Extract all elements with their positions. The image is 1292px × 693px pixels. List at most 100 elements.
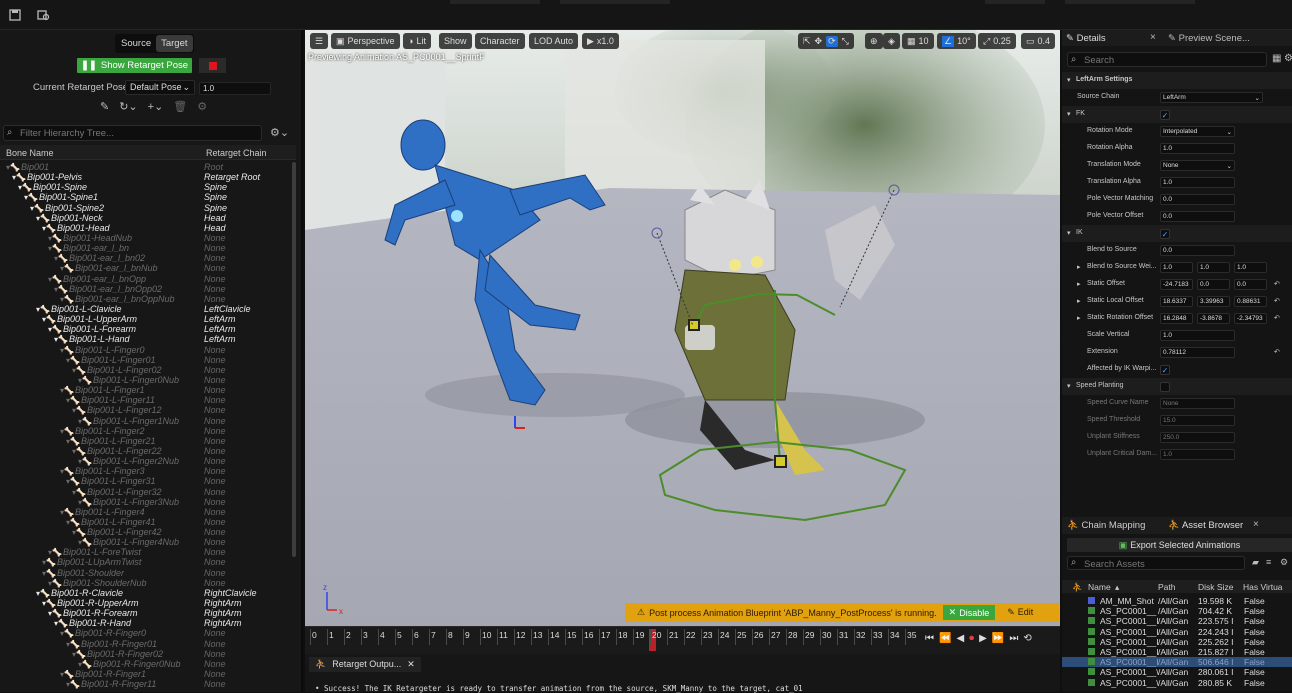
asset-row[interactable]: AS_PC0001__I/All/Gan 224.243 I False	[1062, 627, 1292, 637]
rotate-icon[interactable]: ⟳	[826, 35, 838, 47]
asset-row[interactable]: AM_MM_Shot/All/Gan 19.598 K False	[1062, 596, 1292, 606]
chevron-right-icon[interactable]: ▸	[1077, 263, 1081, 271]
bone-row[interactable]: ▾🦴Bip001 Root	[0, 162, 292, 172]
last-frame-icon[interactable]: ⏭	[1009, 633, 1018, 644]
vector-component-input[interactable]: 16.2848	[1160, 313, 1193, 324]
bone-row[interactable]: ▾🦴Bip001-ear_l_bn None	[0, 243, 292, 253]
property-checkbox[interactable]: ✓	[1160, 110, 1170, 120]
reset-arrow-icon[interactable]: ↶	[1274, 314, 1280, 322]
bone-row[interactable]: ▾🦴Bip001-L-Finger2Nub None	[0, 456, 292, 466]
folder-icon[interactable]: ▰	[1252, 557, 1259, 568]
bone-row[interactable]: ▾🦴Bip001-Spine1 Spine	[0, 192, 292, 202]
bone-row[interactable]: ▾🦴Bip001-L-Finger32 None	[0, 487, 292, 497]
tab-source[interactable]: Source	[116, 35, 156, 52]
property-input[interactable]: 0.0	[1160, 194, 1235, 205]
show-retarget-pose-button[interactable]: ❚❚ Show Retarget Pose	[77, 58, 192, 73]
section-title[interactable]: LeftArm Settings	[1076, 76, 1132, 83]
record-icon[interactable]: ⏺	[969, 633, 974, 644]
browse-icon[interactable]	[35, 7, 51, 23]
pose-blend-input[interactable]: 1.0	[199, 82, 271, 95]
bone-row[interactable]: ▾🦴Bip001-L-Finger42 None	[0, 527, 292, 537]
play-icon[interactable]: ▶	[979, 633, 987, 644]
chevron-right-icon[interactable]: ▸	[1077, 314, 1081, 322]
bone-row[interactable]: ▾🦴Bip001-L-Finger41 None	[0, 517, 292, 527]
bone-row[interactable]: ▾🦴Bip001-ear_l_bnOpp None	[0, 274, 292, 284]
bone-row[interactable]: ▾🦴Bip001-ear_l_bnOpp02 None	[0, 284, 292, 294]
bone-row[interactable]: ▾🦴Bip001-R-Clavicle RightClavicle	[0, 588, 292, 598]
property-input[interactable]: 1.0	[1160, 177, 1235, 188]
bone-row[interactable]: ▾🦴Bip001-R-Forearm RightArm	[0, 608, 292, 618]
bone-row[interactable]: ▾🦴Bip001-L-Finger31 None	[0, 476, 292, 486]
chevron-right-icon[interactable]: ▸	[1077, 280, 1081, 288]
bone-row[interactable]: ▾🦴Bip001-L-Finger01 None	[0, 355, 292, 365]
pose-settings-icon[interactable]: ⚙	[197, 100, 207, 113]
chevron-down-icon[interactable]: ▾	[1067, 229, 1071, 237]
filter-hierarchy-input[interactable]: ⌕ Filter Hierarchy Tree...	[3, 125, 262, 141]
col-disk-size[interactable]: Disk Size	[1198, 582, 1233, 592]
edit-pose-icon[interactable]: ✎	[100, 100, 109, 113]
bone-row[interactable]: ▾🦴Bip001-ShoulderNub None	[0, 578, 292, 588]
first-frame-icon[interactable]: ⏮	[925, 633, 934, 644]
reset-arrow-icon[interactable]: ↶	[1274, 297, 1280, 305]
property-checkbox[interactable]: ✓	[1160, 229, 1170, 239]
bone-row[interactable]: ▾🦴Bip001-Head Head	[0, 223, 292, 233]
bone-row[interactable]: ▾🦴Bip001-R-Finger11 None	[0, 679, 292, 689]
tab-preview-scene[interactable]: ✎ Preview Scene...	[1168, 33, 1250, 44]
export-animations-button[interactable]: ▣ Export Selected Animations	[1067, 538, 1292, 552]
chevron-down-icon[interactable]: ▾	[1067, 110, 1071, 118]
next-frame-icon[interactable]: ⏩	[992, 633, 1004, 644]
asset-row[interactable]: AS_PC0001__I/All/Gan 506.646 I False	[1062, 657, 1292, 668]
property-input[interactable]: 1.0	[1160, 449, 1235, 460]
bone-row[interactable]: ▾🦴Bip001-L-Finger02 None	[0, 365, 292, 375]
world-local-button[interactable]: ⊕	[865, 33, 883, 49]
prev-frame-icon[interactable]: ⏪	[939, 633, 951, 644]
bone-row[interactable]: ▾🦴Bip001-L-Finger4Nub None	[0, 537, 292, 547]
scale-snap-button[interactable]: ⤢ 0.25	[978, 33, 1016, 49]
bone-row[interactable]: ▾🦴Bip001-R-Finger01 None	[0, 639, 292, 649]
bone-row[interactable]: ▾🦴Bip001-LUpArmTwist None	[0, 557, 292, 567]
bone-row[interactable]: ▾🦴Bip001-L-Finger3 None	[0, 466, 292, 476]
col-name[interactable]: Name	[1088, 582, 1111, 592]
property-dropdown[interactable]: LeftArm ⌄	[1160, 92, 1263, 103]
delete-pose-icon[interactable]: 🗑	[173, 100, 187, 113]
tab-target[interactable]: Target	[156, 35, 193, 52]
reset-arrow-icon[interactable]: ↶	[1274, 348, 1280, 356]
bone-row[interactable]: ▾🦴Bip001-R-Finger1 None	[0, 669, 292, 679]
play-reverse-icon[interactable]: ◀	[956, 633, 964, 644]
vector-component-input[interactable]: 0.88631	[1234, 296, 1267, 307]
lit-button[interactable]: ◑ Lit	[403, 33, 431, 49]
bone-row[interactable]: ▾🦴Bip001-R-Finger02 None	[0, 649, 292, 659]
viewport[interactable]: z x ☰ ▣ Perspective ◑ Lit Show Character L…	[305, 30, 1060, 626]
bone-row[interactable]: ▾🦴Bip001-Spine Spine	[0, 182, 292, 192]
viewport-menu-button[interactable]: ☰	[310, 33, 328, 49]
bone-row[interactable]: ▾🦴Bip001-Spine2 Spine	[0, 203, 292, 213]
pose-dropdown[interactable]: Default Pose ⌄	[125, 80, 195, 95]
bone-row[interactable]: ▾🦴Bip001-L-Finger12 None	[0, 405, 292, 415]
property-input[interactable]: 250.0	[1160, 432, 1235, 443]
bone-row[interactable]: ▾🦴Bip001-ear_l_bnOppNub None	[0, 294, 292, 304]
property-input[interactable]: 1.0	[1160, 143, 1235, 154]
bone-row[interactable]: ▾🦴Bip001-L-Forearm LeftArm	[0, 324, 292, 334]
asset-row[interactable]: AS_PC0001__\/All/Gan 280.85 K False	[1062, 678, 1292, 688]
select-icon[interactable]: ⇱	[803, 36, 811, 47]
asset-row[interactable]: AS_PC0001__I/All/Gan 225.262 I False	[1062, 637, 1292, 647]
bone-row[interactable]: ▾🦴Bip001-L-Finger1 None	[0, 385, 292, 395]
angle-snap-button[interactable]: ∠ 10°	[937, 33, 976, 49]
bone-row[interactable]: ▾🦴Bip001-R-Finger0 None	[0, 628, 292, 638]
bone-row[interactable]: ▾🦴Bip001-ear_l_bnNub None	[0, 263, 292, 273]
bone-row[interactable]: ▾🦴Bip001-L-ForeTwist None	[0, 547, 292, 557]
bone-row[interactable]: ▾🦴Bip001-L-Hand LeftArm	[0, 334, 292, 344]
property-input[interactable]: 0.78112	[1160, 347, 1235, 358]
bone-row[interactable]: ▾🦴Bip001-L-Finger0 None	[0, 345, 292, 355]
reset-arrow-icon[interactable]: ↶	[1274, 280, 1280, 288]
reset-pose-icon[interactable]: ↻⌄	[119, 100, 137, 113]
settings-icon[interactable]: ⚙	[1280, 557, 1288, 568]
translate-icon[interactable]: ✥	[815, 36, 823, 47]
bone-row[interactable]: ▾🦴Bip001-L-Finger2 None	[0, 426, 292, 436]
vector-component-input[interactable]: -3.8678	[1197, 313, 1230, 324]
vector-component-input[interactable]: 18.6337	[1160, 296, 1193, 307]
bone-row[interactable]: ▾🦴Bip001-R-Hand RightArm	[0, 618, 292, 628]
lod-button[interactable]: LOD Auto	[529, 33, 579, 49]
vector-component-input[interactable]: 0.0	[1234, 279, 1267, 290]
disable-button[interactable]: ✕ Disable	[942, 605, 996, 620]
